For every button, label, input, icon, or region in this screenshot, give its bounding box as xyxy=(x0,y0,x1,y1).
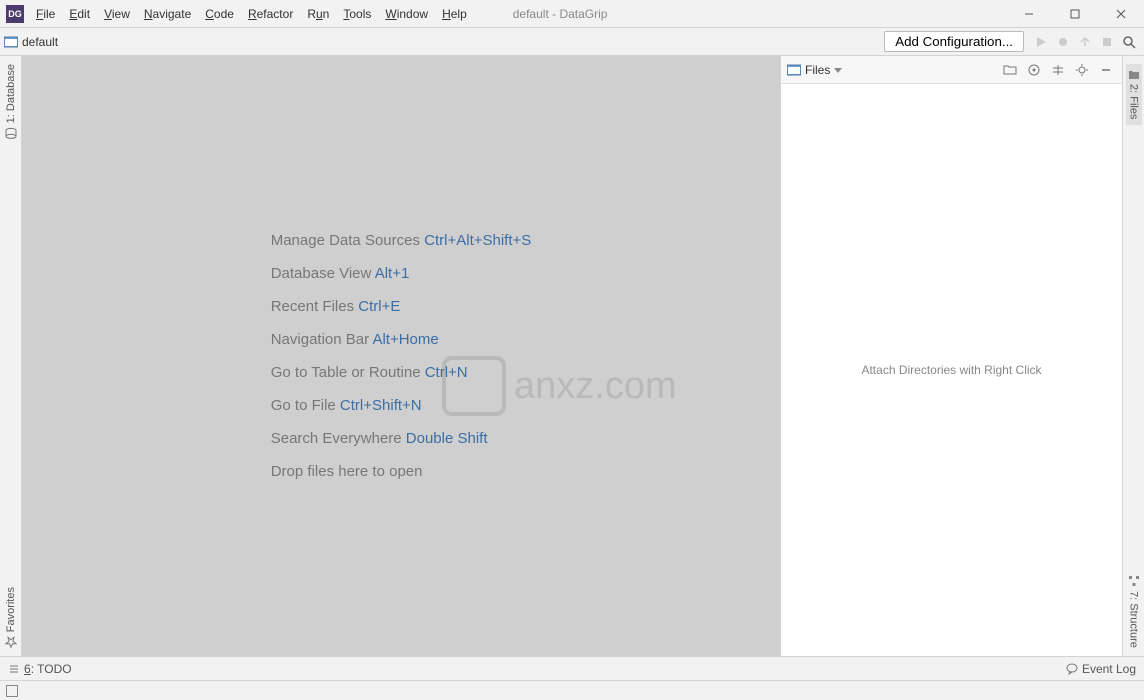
titlebar: DG File Edit View Navigate Code Refactor… xyxy=(0,0,1144,28)
minimize-panel-icon[interactable] xyxy=(1096,60,1116,80)
run-icon[interactable] xyxy=(1030,31,1052,53)
add-configuration-button[interactable]: Add Configuration... xyxy=(884,31,1024,52)
project-icon xyxy=(4,36,18,48)
list-icon xyxy=(8,663,20,675)
stop-icon[interactable] xyxy=(1096,31,1118,53)
tip-goto-file: Go to File Ctrl+Shift+N xyxy=(271,397,532,414)
debug-icon[interactable] xyxy=(1052,31,1074,53)
attach-icon[interactable] xyxy=(1074,31,1096,53)
tip-search-everywhere: Search Everywhere Double Shift xyxy=(271,430,532,447)
tip-drop-files: Drop files here to open xyxy=(271,463,532,480)
database-icon xyxy=(5,127,17,139)
menu-help[interactable]: Help xyxy=(436,4,473,24)
toolwindow-toggle-icon[interactable] xyxy=(6,685,18,697)
left-gutter: 1: Database Favorites xyxy=(0,56,22,656)
target-icon[interactable] xyxy=(1024,60,1044,80)
bottombar xyxy=(0,680,1144,700)
tip-database-view: Database View Alt+1 xyxy=(271,265,532,282)
favorites-toolwindow-tab[interactable]: Favorites xyxy=(5,587,17,648)
welcome-tips: Manage Data Sources Ctrl+Alt+Shift+S Dat… xyxy=(271,216,532,496)
open-folder-icon[interactable] xyxy=(1000,60,1020,80)
menu-window[interactable]: Window xyxy=(379,4,434,24)
toolbar: default Add Configuration... xyxy=(0,28,1144,56)
structure-toolwindow-tab[interactable]: 7: Structure xyxy=(1128,575,1140,648)
main-area: 1: Database Favorites anxz.com Manage Da… xyxy=(0,56,1144,656)
menu-run[interactable]: Run xyxy=(301,4,335,24)
window-controls xyxy=(1006,0,1144,28)
files-toolwindow-tab[interactable]: 2: Files xyxy=(1126,64,1142,125)
files-panel-title[interactable]: Files xyxy=(805,63,830,77)
close-button[interactable] xyxy=(1098,0,1144,28)
files-panel-empty[interactable]: Attach Directories with Right Click xyxy=(781,84,1122,656)
star-icon xyxy=(5,636,17,648)
files-panel: Files Attach Directories with Right Clic… xyxy=(780,56,1122,656)
menu-code[interactable]: Code xyxy=(199,4,240,24)
bubble-icon xyxy=(1066,663,1078,675)
minimize-button[interactable] xyxy=(1006,0,1052,28)
folder-icon xyxy=(1128,70,1140,80)
menu-file[interactable]: File xyxy=(30,4,61,24)
project-name[interactable]: default xyxy=(22,35,58,49)
collapse-all-icon[interactable] xyxy=(1048,60,1068,80)
menu-navigate[interactable]: Navigate xyxy=(138,4,197,24)
right-gutter: 2: Files 7: Structure xyxy=(1122,56,1144,656)
window-title: default - DataGrip xyxy=(473,7,1006,21)
files-panel-header: Files xyxy=(781,56,1122,84)
menu-edit[interactable]: Edit xyxy=(63,4,96,24)
structure-icon xyxy=(1128,575,1140,587)
chevron-down-icon[interactable] xyxy=(834,66,842,74)
menu-tools[interactable]: Tools xyxy=(337,4,377,24)
gear-icon[interactable] xyxy=(1072,60,1092,80)
app-icon: DG xyxy=(6,5,24,23)
statusbar: 6: TODO Event Log xyxy=(0,656,1144,680)
menubar: File Edit View Navigate Code Refactor Ru… xyxy=(30,4,473,24)
tip-goto-table: Go to Table or Routine Ctrl+N xyxy=(271,364,532,381)
tip-navigation-bar: Navigation Bar Alt+Home xyxy=(271,331,532,348)
event-log-button[interactable]: Event Log xyxy=(1066,662,1136,676)
search-icon[interactable] xyxy=(1118,31,1140,53)
folder-icon xyxy=(787,64,801,76)
tip-manage-data-sources: Manage Data Sources Ctrl+Alt+Shift+S xyxy=(271,232,532,249)
todo-toolwindow-button[interactable]: 6: TODO xyxy=(8,662,72,676)
menu-view[interactable]: View xyxy=(98,4,136,24)
database-toolwindow-tab[interactable]: 1: Database xyxy=(5,64,17,139)
editor-empty-state[interactable]: anxz.com Manage Data Sources Ctrl+Alt+Sh… xyxy=(22,56,780,656)
tip-recent-files: Recent Files Ctrl+E xyxy=(271,298,532,315)
menu-refactor[interactable]: Refactor xyxy=(242,4,299,24)
maximize-button[interactable] xyxy=(1052,0,1098,28)
